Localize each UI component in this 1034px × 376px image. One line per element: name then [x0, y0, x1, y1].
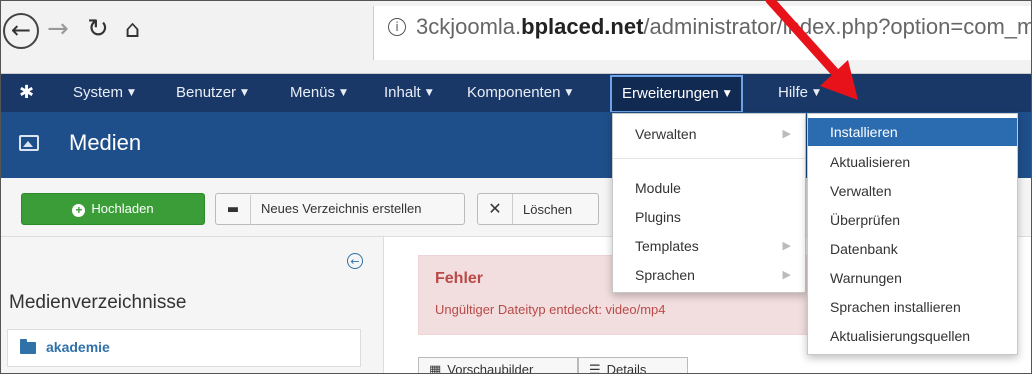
alert-message: Ungültiger Dateityp entdeckt: video/mp4 — [435, 302, 666, 317]
chevron-right-icon: ▶ — [782, 268, 791, 281]
home-button[interactable]: ⌂ — [125, 15, 140, 43]
caret-down-icon: ▼ — [813, 88, 820, 98]
nav-item-erweiterungen[interactable]: Erweiterungen ▼ — [610, 75, 743, 113]
submenu-item-installieren[interactable]: Installieren — [808, 118, 1017, 146]
alert-title: Fehler — [435, 270, 484, 287]
upload-button[interactable]: + Hochladen — [21, 193, 205, 225]
caret-down-icon: ▼ — [340, 88, 347, 98]
browser-toolbar: ← → ↻ ⌂ i 3ckjoomla.bplaced.net/administ… — [1, 1, 1032, 74]
folder-item[interactable]: akademie — [7, 329, 361, 367]
menu-label: Plugins — [635, 209, 681, 225]
menu-label: Sprachen — [635, 267, 695, 283]
menu-item-templates[interactable]: Templates ▶ — [613, 232, 805, 260]
url-prefix: 3ckjoomla. — [416, 14, 522, 39]
details-label: Details — [606, 362, 647, 374]
menu-item-verwalten[interactable]: Verwalten ▶ — [613, 120, 805, 148]
caret-down-icon: ▼ — [128, 88, 135, 98]
nav-item-menus[interactable]: Menüs ▼ — [290, 74, 347, 112]
delete-label: Löschen — [523, 202, 573, 217]
menu-divider — [613, 158, 805, 159]
folder-icon: ▬ — [216, 195, 251, 225]
upload-label: Hochladen — [91, 201, 154, 216]
nav-label: Komponenten — [467, 84, 561, 101]
caret-down-icon: ▼ — [425, 88, 433, 98]
admin-navbar: ✱ System ▼ Benutzer ▼ Menüs ▼ Inhalt ▼ Kompo… — [1, 74, 1031, 113]
url-suffix: /administrator/index.php?option=com_me — [643, 14, 1032, 39]
url-text: 3ckjoomla.bplaced.net/administrator/inde… — [416, 14, 1032, 40]
menu-label: Module — [635, 180, 681, 196]
nav-label: Menüs — [290, 84, 336, 101]
nav-item-benutzer[interactable]: Benutzer ▼ — [176, 74, 248, 112]
nav-label: Erweiterungen — [622, 85, 719, 102]
back-button[interactable]: ← — [3, 13, 39, 49]
chevron-right-icon: ▶ — [782, 239, 791, 252]
delete-button[interactable]: ✕ Löschen — [477, 193, 599, 225]
submenu-item-verwalten[interactable]: Verwalten — [808, 177, 1017, 205]
nav-item-inhalt[interactable]: Inhalt ▼ — [384, 74, 433, 112]
nav-item-komponenten[interactable]: Komponenten ▼ — [467, 74, 572, 112]
menu-label: Templates — [635, 238, 699, 254]
plus-circle-icon: + — [72, 204, 86, 217]
nav-label: Inhalt — [384, 84, 421, 101]
nav-label: Hilfe — [778, 84, 809, 101]
caret-down-icon: ▼ — [565, 88, 573, 98]
sidebar: ← Medienverzeichnisse akademie — [1, 237, 384, 373]
submenu-item-datenbank[interactable]: Datenbank — [808, 235, 1017, 263]
manage-submenu: Installieren Aktualisieren Verwalten Übe… — [807, 113, 1018, 355]
submenu-item-ueberpruefen[interactable]: Überprüfen — [808, 206, 1017, 234]
submenu-item-aktualisierungsquellen[interactable]: Aktualisierungsquellen — [808, 322, 1017, 350]
list-icon: ☰ — [589, 363, 601, 374]
nav-item-system[interactable]: System ▼ — [73, 74, 135, 112]
folder-icon — [20, 339, 36, 354]
forward-button[interactable]: → — [47, 15, 69, 43]
collapse-arrow-icon[interactable]: ← — [347, 253, 363, 269]
menu-item-module[interactable]: Module — [613, 174, 805, 202]
submenu-item-sprachen-installieren[interactable]: Sprachen installieren — [808, 293, 1017, 321]
address-bar[interactable]: i 3ckjoomla.bplaced.net/administrator/in… — [373, 6, 1032, 60]
page-title: Medien — [69, 130, 142, 155]
joomla-logo-icon[interactable]: ✱ — [19, 83, 39, 103]
image-icon — [19, 135, 39, 151]
close-icon: ✕ — [478, 194, 513, 224]
folder-label: akademie — [46, 339, 110, 355]
info-icon[interactable]: i — [388, 18, 406, 36]
caret-down-icon: ▼ — [241, 88, 248, 98]
url-domain: bplaced.net — [521, 14, 644, 39]
thumbnails-view-button[interactable]: ▦ Vorschaubilder — [418, 357, 578, 374]
menu-item-plugins[interactable]: Plugins — [613, 203, 805, 231]
thumbnails-label: Vorschaubilder — [447, 362, 534, 374]
nav-label: Benutzer — [176, 84, 237, 101]
submenu-item-aktualisieren[interactable]: Aktualisieren — [808, 148, 1017, 176]
submenu-item-warnungen[interactable]: Warnungen — [808, 264, 1017, 292]
nav-item-hilfe[interactable]: Hilfe ▼ — [778, 74, 820, 112]
reload-button[interactable]: ↻ — [87, 15, 109, 43]
caret-down-icon: ▼ — [723, 89, 731, 99]
new-folder-button[interactable]: ▬ Neues Verzeichnis erstellen — [215, 193, 465, 225]
nav-label: System — [73, 84, 124, 101]
menu-label: Verwalten — [635, 126, 697, 142]
new-folder-label: Neues Verzeichnis erstellen — [261, 201, 422, 216]
sidebar-title: Medienverzeichnisse — [9, 292, 187, 313]
details-view-button[interactable]: ☰ Details — [578, 357, 688, 374]
chevron-right-icon: ▶ — [782, 127, 791, 140]
extensions-dropdown: Verwalten ▶ Module Plugins Templates ▶ Spr… — [612, 113, 806, 293]
menu-item-sprachen[interactable]: Sprachen ▶ — [613, 261, 805, 289]
grid-icon: ▦ — [429, 363, 442, 374]
